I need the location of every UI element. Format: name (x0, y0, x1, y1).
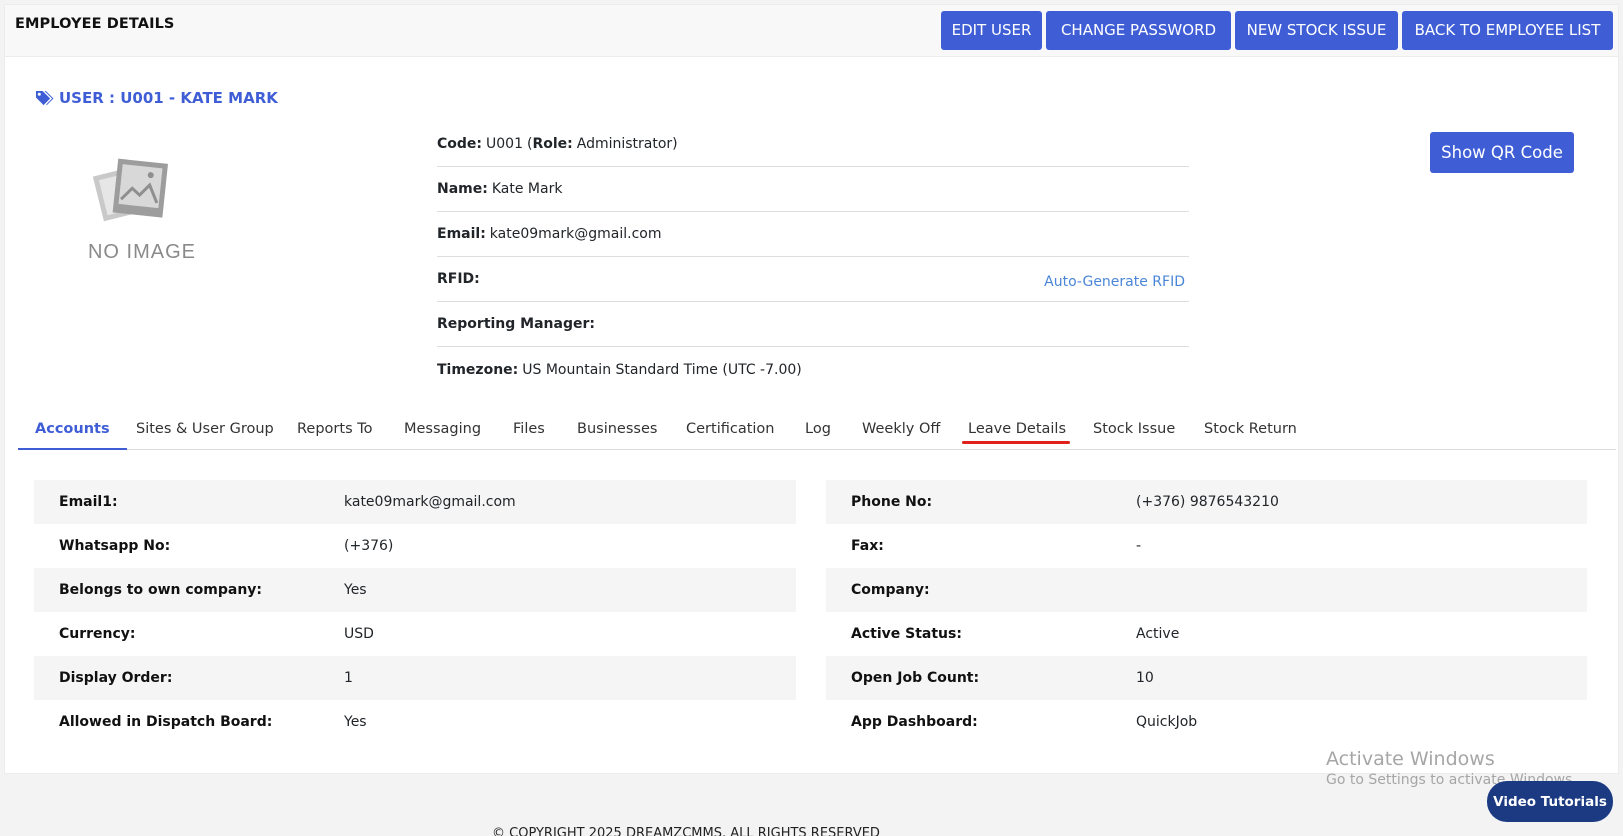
detail-label: Fax: (851, 538, 884, 554)
tab-weekly-off[interactable]: Weekly Off (862, 408, 940, 450)
detail-label: Display Order: (59, 670, 173, 686)
detail-label: Currency: (59, 626, 136, 642)
info-row-rfid: RFID: Auto-Generate RFID (437, 257, 1189, 302)
detail-value: QuickJob (1136, 714, 1198, 730)
auto-generate-rfid-link[interactable]: Auto-Generate RFID (1044, 274, 1185, 290)
tab-stock-return[interactable]: Stock Return (1204, 408, 1297, 450)
detail-row: Company: (826, 568, 1587, 612)
detail-value: Active (1136, 626, 1180, 642)
rfid-label: RFID: (437, 271, 480, 287)
timezone-label: Timezone: (437, 361, 519, 378)
tab-messaging[interactable]: Messaging (404, 408, 481, 450)
detail-value: kate09mark@gmail.com (344, 494, 516, 510)
detail-row: Whatsapp No: (+376) (34, 524, 796, 568)
info-row-code: Code: U001 ( Role: Administrator) (437, 122, 1189, 167)
info-row-reporting-manager: Reporting Manager: (437, 302, 1189, 347)
no-image-label: NO IMAGE (87, 241, 196, 263)
user-photo-placeholder: NO IMAGE (77, 157, 207, 272)
detail-label: Whatsapp No: (59, 538, 171, 554)
tab-certification[interactable]: Certification (686, 408, 775, 450)
detail-row: Email1: kate09mark@gmail.com (34, 480, 796, 524)
detail-row: Currency: USD (34, 612, 796, 656)
detail-row: Open Job Count: 10 (826, 656, 1587, 700)
info-row-timezone: Timezone: US Mountain Standard Time (UTC… (437, 347, 1189, 392)
tags-icon (36, 90, 54, 105)
tab-accounts[interactable]: Accounts (18, 408, 127, 450)
tab-businesses[interactable]: Businesses (577, 408, 657, 450)
edit-user-button[interactable]: EDIT USER (941, 11, 1042, 50)
detail-value: 1 (344, 670, 353, 686)
name-label: Name: (437, 181, 488, 197)
name-value: Kate Mark (491, 181, 563, 197)
tab-bar: Accounts Sites & User Group Reports To M… (18, 408, 1616, 450)
detail-value: (+376) (344, 538, 394, 554)
page-title: EMPLOYEE DETAILS (15, 16, 175, 32)
detail-row: Display Order: 1 (34, 656, 796, 700)
detail-row: Fax: - (826, 524, 1587, 568)
show-qr-code-button[interactable]: Show QR Code (1430, 132, 1574, 173)
tab-log[interactable]: Log (805, 408, 831, 450)
detail-label: Belongs to own company: (59, 582, 263, 598)
detail-value: 10 (1136, 670, 1154, 686)
account-details-left: Email1: kate09mark@gmail.com Whatsapp No… (34, 480, 796, 744)
change-password-button[interactable]: CHANGE PASSWORD (1046, 11, 1231, 50)
detail-row: App Dashboard: QuickJob (826, 700, 1587, 744)
detail-value: Yes (344, 714, 367, 730)
detail-label: Company: (851, 582, 930, 598)
new-stock-issue-button[interactable]: NEW STOCK ISSUE (1235, 11, 1398, 50)
account-details-right: Phone No: (+376) 9876543210 Fax: - Compa… (826, 480, 1587, 744)
info-row-email: Email: kate09mark@gmail.com (437, 212, 1189, 257)
timezone-value: US Mountain Standard Time (UTC -7.00) (522, 361, 802, 378)
leave-details-highlight (962, 441, 1070, 444)
no-image-icon (92, 158, 168, 222)
detail-label: Phone No: (851, 494, 933, 510)
user-heading: USER : U001 - KATE MARK (35, 89, 278, 107)
detail-label: Open Job Count: (851, 670, 980, 686)
tab-stock-issue[interactable]: Stock Issue (1093, 408, 1175, 450)
watermark-title: Activate Windows (1326, 748, 1495, 770)
code-value: U001 (486, 136, 523, 152)
detail-label: Allowed in Dispatch Board: (59, 714, 273, 730)
code-label: Code: (437, 136, 483, 152)
video-tutorials-button[interactable]: Video Tutorials (1487, 781, 1613, 822)
header-bar: EMPLOYEE DETAILS EDIT USER CHANGE PASSWO… (5, 5, 1618, 57)
info-row-name: Name: Kate Mark (437, 167, 1189, 212)
email-value: kate09mark@gmail.com (489, 226, 662, 242)
role-label: Role: (532, 136, 573, 152)
detail-row: Belongs to own company: Yes (34, 568, 796, 612)
detail-row: Phone No: (+376) 9876543210 (826, 480, 1587, 524)
detail-label: App Dashboard: (851, 714, 978, 730)
tab-sites-user-group[interactable]: Sites & User Group (136, 408, 274, 450)
detail-value: USD (344, 626, 374, 642)
user-info-list: Code: U001 ( Role: Administrator) Name: … (437, 122, 1189, 392)
detail-row: Active Status: Active (826, 612, 1587, 656)
detail-row: Allowed in Dispatch Board: Yes (34, 700, 796, 744)
footer-copyright: © COPYRIGHT 2025 DREAMZCMMS. ALL RIGHTS … (492, 826, 880, 836)
detail-label: Email1: (59, 494, 118, 510)
user-heading-text: USER : U001 - KATE MARK (59, 89, 278, 107)
tab-files[interactable]: Files (513, 408, 545, 450)
detail-label: Active Status: (851, 626, 962, 642)
detail-value: Yes (344, 582, 367, 598)
reporting-manager-label: Reporting Manager: (437, 316, 595, 332)
back-to-employee-list-button[interactable]: BACK TO EMPLOYEE LIST (1402, 11, 1613, 50)
detail-value: (+376) 9876543210 (1136, 494, 1279, 510)
email-label: Email: (437, 226, 486, 242)
tab-reports-to[interactable]: Reports To (297, 408, 373, 450)
detail-value: - (1136, 538, 1142, 554)
role-value: Administrator) (576, 136, 678, 152)
